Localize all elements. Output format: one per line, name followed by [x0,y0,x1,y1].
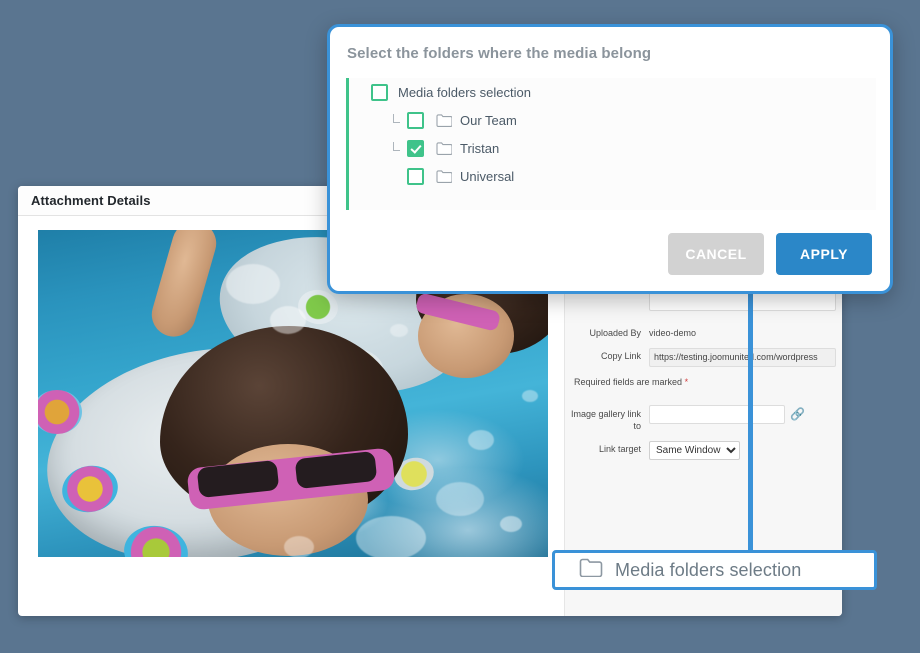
image-gallery-link-input[interactable] [649,404,785,424]
folder-icon [436,141,453,155]
modal-title: Select the folders where the media belon… [347,45,652,62]
folder-tree: Media folders selection Our Team Tristan [346,78,876,210]
child-arm [146,230,222,342]
water-splash [500,516,522,532]
media-folders-selection-bar-label: Media folders selection [615,559,802,580]
tree-item-label: Universal [460,168,515,184]
link-target-select[interactable]: Same Window [649,440,740,460]
folder-icon [436,169,453,183]
cancel-button[interactable]: CANCEL [668,233,764,275]
folder-icon [579,558,603,582]
required-asterisk: * [684,376,689,387]
field-row-copy-link: Copy Link [565,347,842,367]
uploaded-by-value: video-demo [649,328,697,338]
folder-icon [436,113,453,127]
uploaded-by-label: Uploaded By [589,328,641,338]
tree-row[interactable]: Media folders selection [349,78,876,106]
tree-row[interactable]: Tristan [349,134,876,162]
copy-link-label: Copy Link [600,351,641,361]
checkbox-tristan[interactable] [407,139,424,157]
copy-link-input[interactable] [649,347,836,367]
field-row-gallery-link: Image gallery link to 🔗 [565,404,842,432]
checkbox-media-folders-selection[interactable] [371,83,388,101]
water-splash [436,482,484,516]
water-splash [468,430,494,450]
checkbox-our-team[interactable] [407,111,424,129]
link-target-label: Link target [598,443,641,454]
checkbox-universal[interactable] [407,167,424,185]
tree-row[interactable]: Universal [349,162,876,190]
highlight-guide-line [748,286,753,571]
required-fields-text: Required fields are marked [574,376,683,387]
water-splash [226,264,280,304]
link-icon[interactable]: 🔗 [790,407,805,421]
field-row-uploaded-by: Uploaded By video-demo [565,324,842,339]
water-splash [284,536,314,557]
tree-item-label: Tristan [460,140,500,156]
modal-action-buttons: CANCEL APPLY [668,233,872,275]
tree-item-label: Media folders selection [398,84,531,100]
water-splash [356,516,426,557]
tree-row[interactable]: Our Team [349,106,876,134]
water-splash [522,390,538,402]
field-row-link-target: Link target Same Window [565,440,842,460]
image-gallery-link-label: Image gallery link to [570,408,641,431]
water-splash [390,324,408,337]
water-splash [270,306,306,334]
required-fields-note: Required fields are marked * [574,377,842,387]
apply-button[interactable]: APPLY [776,233,872,275]
tree-item-label: Our Team [460,112,517,128]
folder-selection-modal: Select the folders where the media belon… [327,24,893,294]
page-title: Attachment Details [31,193,151,208]
media-folders-selection-bar[interactable]: Media folders selection [552,550,877,590]
